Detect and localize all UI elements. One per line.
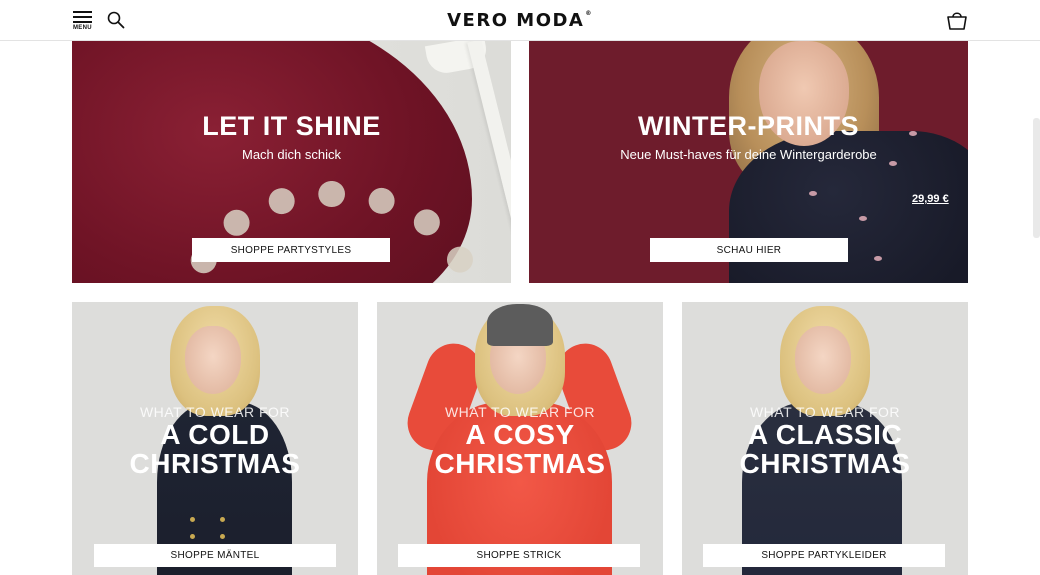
tile-kicker: WHAT TO WEAR FOR <box>139 404 291 420</box>
banner-title: LET IT SHINE <box>202 111 381 141</box>
tile-kicker: WHAT TO WEAR FOR <box>444 404 596 420</box>
flower-print <box>859 216 867 221</box>
tile-headline-1: A COLD <box>160 419 270 450</box>
coat-button <box>190 517 195 522</box>
shoppe-partystyles-button[interactable]: SHOPPE PARTYSTYLES <box>192 238 390 262</box>
coat-button <box>220 534 225 539</box>
brand-logo[interactable]: VERO MODA® <box>0 10 1040 31</box>
model-beanie-image <box>487 304 553 346</box>
price-tag[interactable]: 29,99 € <box>912 193 949 205</box>
tile-classic-christmas[interactable]: WHAT TO WEAR FOR A CLASSIC CHRISTMAS SHO… <box>682 302 968 575</box>
shopping-bag-icon[interactable] <box>946 9 968 31</box>
registered-mark: ® <box>585 10 593 17</box>
coat-button <box>220 517 225 522</box>
banner-title: WINTER-PRINTS <box>638 111 859 141</box>
banner-subtitle: Mach dich schick <box>242 147 341 162</box>
tile-headline-1: A CLASSIC <box>747 419 903 450</box>
chair-leg-image <box>467 41 511 283</box>
banner-subtitle: Neue Must-haves für deine Wintergarderob… <box>620 147 877 162</box>
tile-headline-2: CHRISTMAS <box>129 448 301 479</box>
shoppe-strick-button[interactable]: SHOPPE STRICK <box>398 544 640 567</box>
flower-print <box>809 191 817 196</box>
tile-kicker: WHAT TO WEAR FOR <box>749 404 901 420</box>
tile-cold-christmas[interactable]: WHAT TO WEAR FOR A COLD CHRISTMAS SHOPPE… <box>72 302 358 575</box>
schau-hier-button[interactable]: SCHAU HIER <box>650 238 848 262</box>
tile-cosy-christmas[interactable]: WHAT TO WEAR FOR A COSY CHRISTMAS SHOPPE… <box>377 302 663 575</box>
model-face-image <box>795 326 851 394</box>
tile-headline-2: CHRISTMAS <box>739 448 911 479</box>
banner-winter-prints[interactable]: WINTER-PRINTS Neue Must-haves für deine … <box>529 41 968 283</box>
site-header: MENU VERO MODA® <box>0 0 1040 41</box>
coat-button <box>190 534 195 539</box>
banner-let-it-shine[interactable]: LET IT SHINE Mach dich schick SHOPPE PAR… <box>72 41 511 283</box>
shoppe-partykleider-button[interactable]: SHOPPE PARTYKLEIDER <box>703 544 945 567</box>
brand-logo-text: VERO MODA <box>447 10 585 31</box>
tile-headline-2: CHRISTMAS <box>434 448 606 479</box>
shoppe-maentel-button[interactable]: SHOPPE MÄNTEL <box>94 544 336 567</box>
tile-headline-1: A COSY <box>465 419 575 450</box>
model-face-image <box>185 326 241 394</box>
flower-print <box>874 256 882 261</box>
page-scrollbar[interactable] <box>1033 118 1040 238</box>
